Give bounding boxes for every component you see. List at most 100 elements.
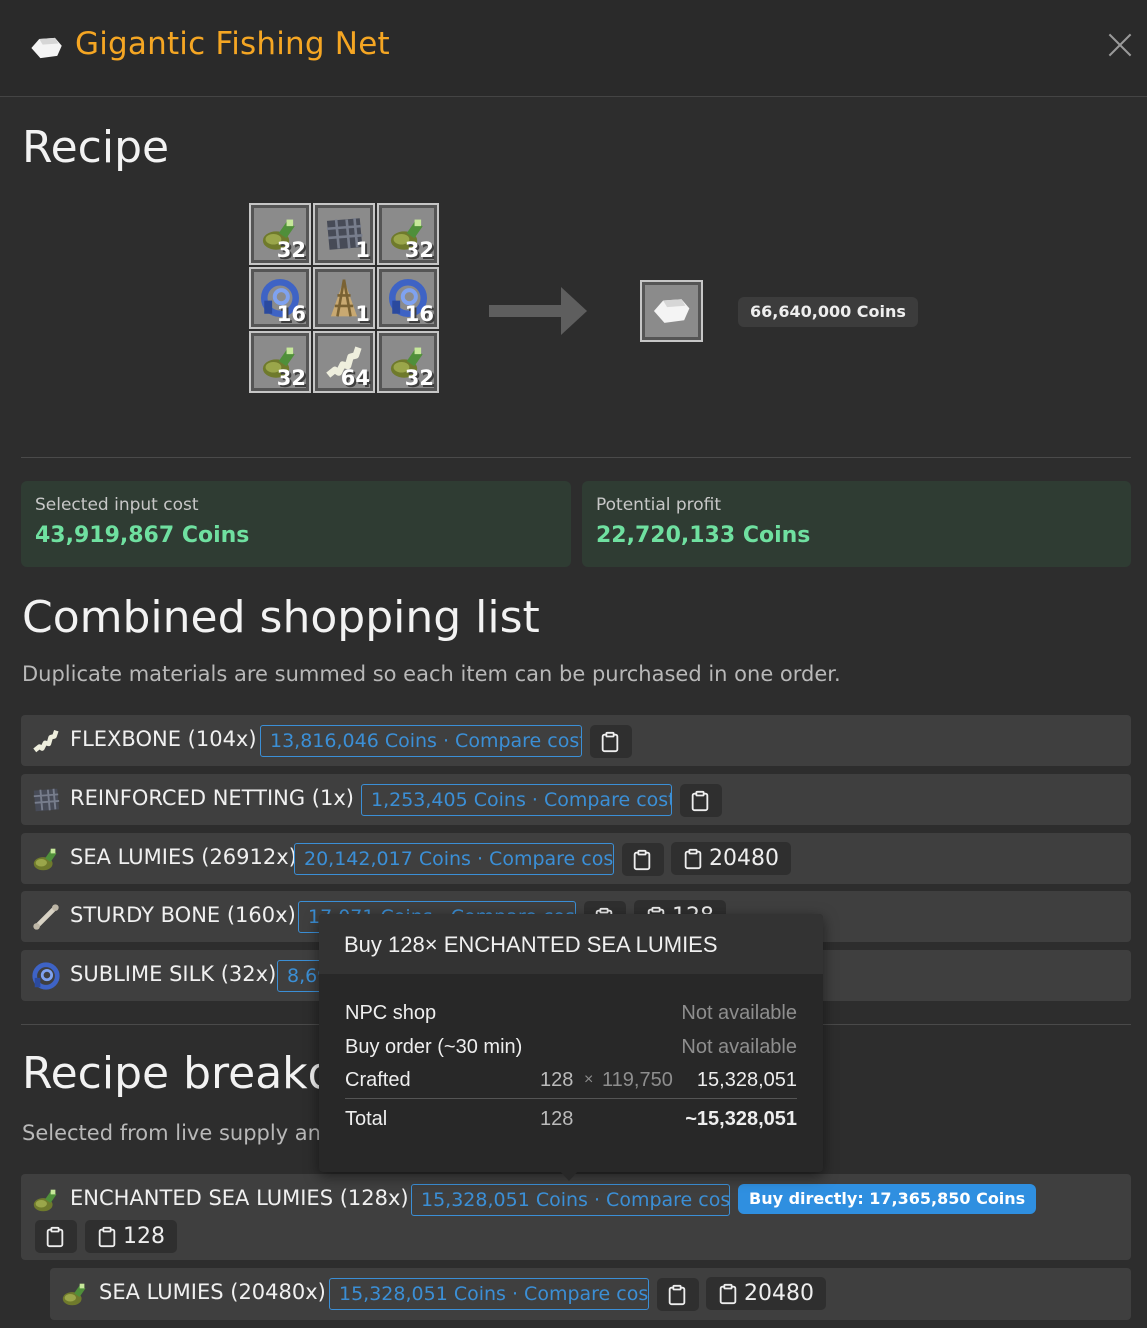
compare-costs-link[interactable]: 20,142,017 Coins · Compare costs: [294, 843, 614, 875]
tooltip-quantity: 128: [540, 1108, 574, 1130]
compare-costs-link[interactable]: 15,328,051 Coins · Compare costs: [411, 1184, 730, 1216]
slot-count: 32: [276, 366, 306, 390]
grid-slot[interactable]: 16: [377, 267, 439, 329]
sea-lumies-icon: [59, 1279, 91, 1309]
profit-label: Potential profit: [596, 495, 722, 515]
list-item: SEA LUMIES (26912x) 20,142,017 Coins · C…: [21, 833, 1131, 884]
profit-card: Potential profit 22,720,133 Coins: [582, 481, 1131, 567]
slot-count: 32: [404, 238, 434, 262]
tooltip-caret: [560, 1171, 578, 1181]
copy-quantity-value: 20480: [744, 1281, 814, 1306]
tooltip-total: ~15,328,051: [685, 1108, 797, 1130]
modal-header: Gigantic Fishing Net: [0, 0, 1147, 97]
reinforced-netting-icon: [30, 785, 62, 815]
grid-slot[interactable]: 32: [377, 331, 439, 393]
output-slot[interactable]: [640, 280, 703, 342]
fishing-net-icon: [24, 30, 68, 66]
close-icon[interactable]: [1105, 30, 1135, 60]
grid-slot[interactable]: 32: [377, 203, 439, 265]
tooltip-row-order: Buy order (~30 min) Not available: [345, 1036, 797, 1060]
crafting-grid: 32 1 32 16 1 16 32 64 32: [249, 203, 439, 393]
clipboard-icon: [599, 731, 621, 753]
copy-button[interactable]: [590, 725, 632, 758]
tooltip-row-crafted: Crafted 128 × 119,750 15,328,051: [345, 1069, 797, 1093]
slot-count: 1: [355, 238, 370, 262]
copy-quantity-button[interactable]: 128: [85, 1220, 177, 1253]
slot-count: 16: [276, 302, 306, 326]
modal-title: Gigantic Fishing Net: [75, 26, 390, 62]
grid-slot[interactable]: 32: [249, 331, 311, 393]
tooltip-subtotal: 15,328,051: [696, 1069, 797, 1091]
slot-count: 1: [355, 302, 370, 326]
tooltip-row-total: Total 128 ~15,328,051: [345, 1108, 797, 1132]
sublime-silk-icon: [30, 961, 62, 991]
input-cost-label: Selected input cost: [35, 495, 199, 515]
item-name: STURDY BONE (160x): [70, 903, 296, 927]
tooltip-label: Buy order (~30 min): [345, 1036, 523, 1058]
output-price: 66,640,000 Coins: [738, 297, 918, 327]
copy-quantity-button[interactable]: 20480: [706, 1277, 826, 1310]
list-item: FLEXBONE (104x) 13,816,046 Coins · Compa…: [21, 715, 1131, 766]
sturdy-bone-icon: [30, 902, 62, 932]
item-name: FLEXBONE (104x): [70, 727, 257, 751]
tooltip-value: Not available: [681, 1036, 797, 1058]
clipboard-icon: [682, 848, 704, 870]
copy-quantity-button[interactable]: 20480: [671, 842, 791, 875]
tooltip-divider: [345, 1098, 797, 1099]
compare-costs-link[interactable]: 13,816,046 Coins · Compare costs: [260, 725, 582, 757]
breakdown-heading: Recipe breakdc: [22, 1048, 360, 1099]
recipe-heading: Recipe: [22, 122, 170, 173]
shopping-heading: Combined shopping list: [22, 592, 540, 643]
grid-slot[interactable]: 16: [249, 267, 311, 329]
copy-button[interactable]: [622, 843, 664, 876]
flexbone-icon: [30, 726, 62, 756]
item-name: REINFORCED NETTING (1x): [70, 786, 354, 810]
copy-quantity-value: 20480: [709, 846, 779, 871]
tooltip-value: Not available: [681, 1002, 797, 1024]
compare-costs-link[interactable]: 15,328,051 Coins · Compare costs: [329, 1278, 649, 1310]
tooltip-label: Total: [345, 1108, 388, 1130]
copy-button[interactable]: [680, 784, 722, 817]
arrow-right-icon: [489, 287, 587, 335]
item-name: SUBLIME SILK (32x): [70, 962, 277, 986]
tooltip-unit-price: 119,750: [602, 1069, 673, 1091]
breakdown-subitem: SEA LUMIES (20480x) 15,328,051 Coins · C…: [50, 1268, 1131, 1320]
buy-tooltip: Buy 128× ENCHANTED SEA LUMIES NPC shop N…: [319, 914, 823, 1172]
slot-count: 32: [404, 366, 434, 390]
tooltip-label: NPC shop: [345, 1002, 437, 1024]
divider: [21, 457, 1131, 458]
breakdown-subtitle: Selected from live supply and: [22, 1121, 335, 1145]
copy-button[interactable]: [657, 1278, 699, 1311]
list-item: REINFORCED NETTING (1x) 1,253,405 Coins …: [21, 774, 1131, 825]
copy-button[interactable]: [35, 1220, 77, 1253]
tooltip-title: Buy 128× ENCHANTED SEA LUMIES: [344, 932, 718, 957]
clipboard-icon: [666, 1284, 688, 1306]
slot-count: 16: [404, 302, 434, 326]
clipboard-icon: [631, 849, 653, 871]
shopping-subtitle: Duplicate materials are summed so each i…: [22, 662, 841, 686]
grid-slot[interactable]: 1: [313, 203, 375, 265]
grid-slot[interactable]: 1: [313, 267, 375, 329]
grid-slot[interactable]: 32: [249, 203, 311, 265]
gigantic-fishing-net-icon: [650, 290, 692, 332]
slot-count: 32: [276, 238, 306, 262]
copy-quantity-value: 128: [123, 1224, 165, 1249]
tooltip-row-npc: NPC shop Not available: [345, 1002, 797, 1026]
clipboard-icon: [689, 790, 711, 812]
clipboard-icon: [96, 1226, 118, 1248]
input-cost-card: Selected input cost 43,919,867 Coins: [21, 481, 571, 567]
buy-directly-button[interactable]: Buy directly: 17,365,850 Coins: [738, 1184, 1037, 1214]
input-cost-value: 43,919,867 Coins: [35, 523, 250, 548]
item-name: ENCHANTED SEA LUMIES (128x): [70, 1186, 409, 1210]
clipboard-icon: [44, 1226, 66, 1248]
grid-slot[interactable]: 64: [313, 331, 375, 393]
clipboard-icon: [717, 1283, 739, 1305]
breakdown-item: ENCHANTED SEA LUMIES (128x) 15,328,051 C…: [21, 1174, 1131, 1260]
sea-lumies-icon: [30, 844, 62, 874]
tooltip-quantity: 128: [540, 1069, 574, 1091]
tooltip-label: Crafted: [345, 1069, 411, 1091]
tooltip-times: ×: [584, 1071, 594, 1088]
sea-lumies-icon: [30, 1185, 62, 1215]
item-name: SEA LUMIES (26912x): [70, 845, 297, 869]
compare-costs-link[interactable]: 1,253,405 Coins · Compare costs: [361, 784, 672, 816]
